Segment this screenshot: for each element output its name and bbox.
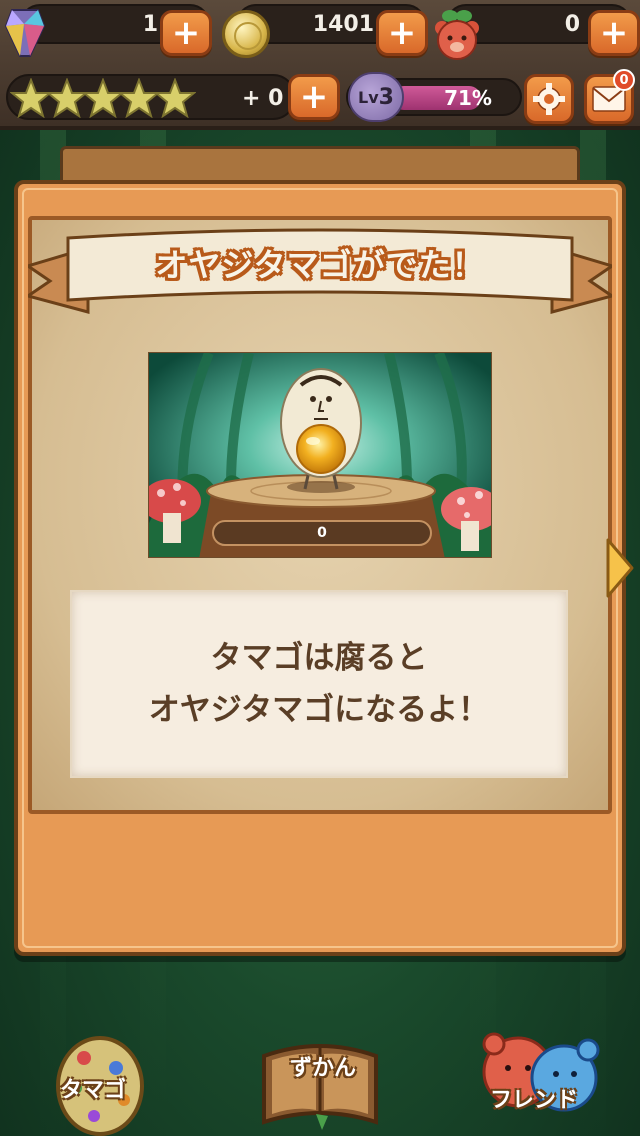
mail-button[interactable]: 0 [584,69,635,124]
add-gem-button[interactable]: + [160,10,212,56]
add-coin-button[interactable]: + [376,10,428,56]
level-progress: Lv 3 71% [346,72,522,122]
status-bar: 1 + 1401 + 0 + + 0 + Lv 3 71% 0 [0,0,640,130]
egg-nav-label: タマゴ [60,1078,127,1103]
level-number: 3 [378,84,394,110]
add-star-button[interactable]: + [288,74,340,120]
settings-button[interactable] [524,74,574,124]
stars-bonus-count: + 0 [242,86,284,111]
friend-nav-button[interactable]: フレンド [478,1028,602,1134]
book-nav-button[interactable]: ずかん [256,1026,384,1130]
egg-nav-button[interactable]: タマゴ [54,1028,146,1136]
dialog-title: オヤジタマゴがでた！ [155,246,485,284]
message-line-1: タマゴは腐ると [210,640,428,676]
level-percent: 71% [444,86,492,110]
message-line-2: オヤジタマゴになるよ！ [148,692,490,728]
coin-icon [222,10,270,58]
star-icon [154,78,196,118]
hatch-counter: 0 [212,520,432,546]
level-prefix: Lv [358,87,379,107]
friend-icon [482,1032,600,1112]
currency-row: 1 + 1401 + 0 + [0,4,640,60]
message-card: タマゴは腐ると オヤジタマゴになるよ！ [70,590,568,778]
next-arrow-icon[interactable] [604,536,634,600]
level-badge: Lv 3 [348,72,404,122]
mail-badge: 0 [613,69,635,91]
stars-level-row: + 0 + Lv 3 71% 0 [0,68,640,126]
add-bear-button[interactable]: + [588,10,640,56]
gem-icon [4,9,46,57]
stars-bar: + 0 [6,74,296,120]
friend-nav-label: フレンド [490,1088,579,1113]
book-nav-label: ずかん [290,1056,357,1081]
bear-icon [435,10,479,60]
gear-icon [533,83,565,115]
bottom-navigation: タマゴ ずかん フレンド [0,1010,640,1136]
